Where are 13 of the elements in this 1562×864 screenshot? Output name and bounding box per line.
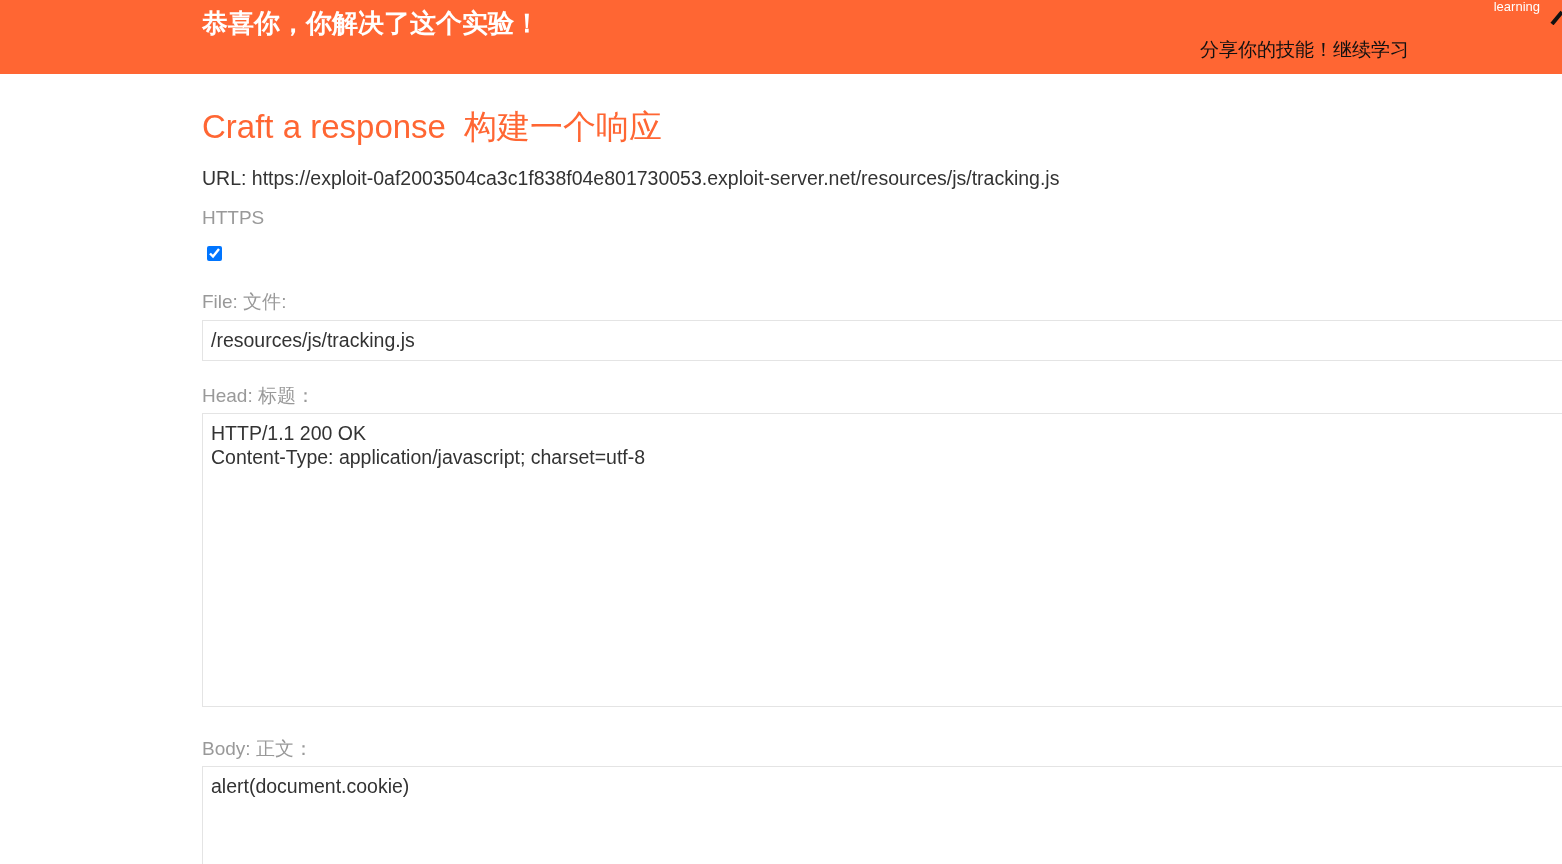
share-text: 分享你的技能！继续学习 [1200, 38, 1409, 62]
file-label: File: 文件: [202, 290, 287, 314]
body-label: Body: 正文： [202, 737, 313, 761]
https-label: HTTPS [202, 206, 265, 230]
body-textarea[interactable]: alert(document.cookie) [202, 766, 1562, 864]
head-label: Head: 标题： [202, 384, 315, 408]
head-textarea[interactable]: HTTP/1.1 200 OK Content-Type: application/javascript; charset=utf-8 [202, 413, 1562, 707]
file-input-field[interactable]: /resources/js/tracking.js [202, 320, 1562, 361]
page-heading: Craft a response 构建一个响应 [202, 108, 663, 146]
https-checkbox[interactable] [207, 246, 222, 261]
chevron-icon [1550, 9, 1562, 25]
banner-title: 恭喜你，你解决了这个实验！ [202, 7, 540, 40]
url-text: URL: https://exploit-0af2003504ca3c1f838f04e801730053.exploit-server.net/resources/js/tracking.js [202, 166, 1060, 190]
